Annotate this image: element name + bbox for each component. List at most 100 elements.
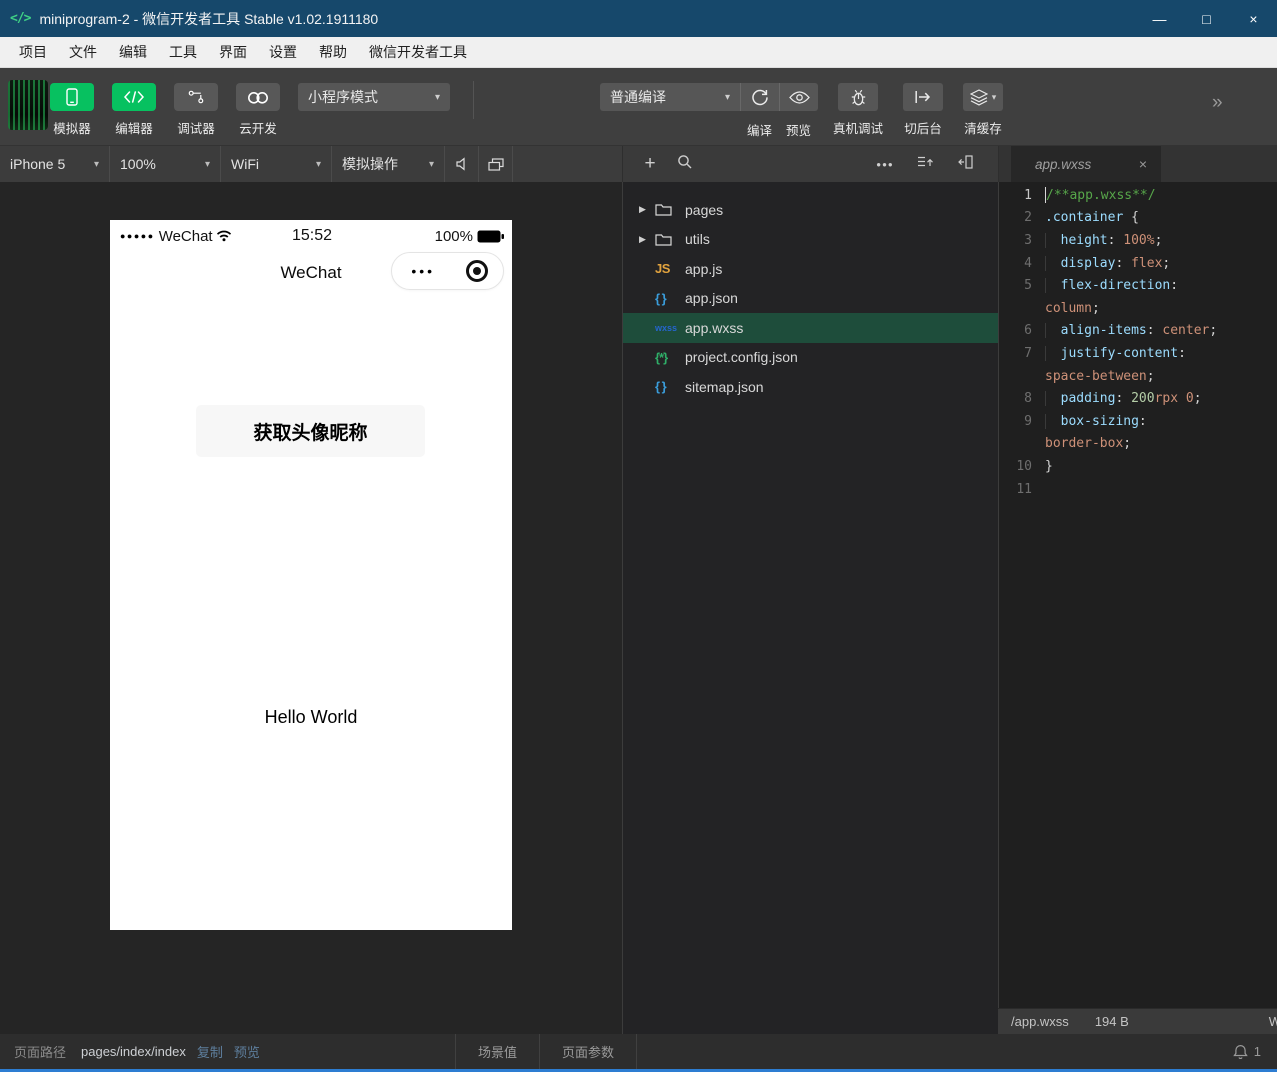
panel-button-1[interactable]: 编辑器 xyxy=(112,83,156,137)
token: { xyxy=(1123,210,1139,225)
add-file-button[interactable]: + xyxy=(637,153,663,175)
menu-item-2[interactable]: 编辑 xyxy=(108,42,158,62)
token: : xyxy=(1147,323,1163,338)
menu-item-0[interactable]: 项目 xyxy=(8,42,58,62)
maximize-button[interactable]: □ xyxy=(1183,0,1230,37)
frames-icon xyxy=(488,158,504,171)
code-line-3: 3 height: 100%; xyxy=(999,229,1277,252)
capsule-button[interactable]: ••• xyxy=(391,252,504,290)
token: flex-direction xyxy=(1045,278,1170,293)
compile-select-value: 普通编译 xyxy=(610,87,666,107)
speaker-icon xyxy=(455,157,469,171)
carrier-label: WeChat xyxy=(159,228,213,245)
mute-button[interactable] xyxy=(445,146,479,182)
network-select-value: WiFi xyxy=(231,156,259,172)
code-text: } xyxy=(1045,459,1053,474)
user-avatar[interactable] xyxy=(8,80,48,130)
json-badge-icon: { } xyxy=(655,379,666,394)
file-name: project.config.json xyxy=(685,349,798,365)
phone-screen: ●●●●● WeChat 15:52 100% WeChat ••• 获取头像昵… xyxy=(110,220,512,930)
panel-button-0[interactable]: 模拟器 xyxy=(50,83,94,137)
chevron-down-icon: ▾ xyxy=(205,159,210,170)
get-avatar-button[interactable]: 获取头像昵称 xyxy=(196,405,425,457)
split-editor-button[interactable] xyxy=(950,155,980,174)
capsule-more-icon[interactable]: ••• xyxy=(407,263,435,279)
cloud-icon xyxy=(236,83,280,111)
tree-item-utils[interactable]: ▶utils xyxy=(623,225,998,255)
compile-action-0[interactable] xyxy=(740,83,779,111)
panel-button-2[interactable]: 调试器 xyxy=(174,83,218,137)
code-text: border-box; xyxy=(1045,436,1131,451)
zoom-select[interactable]: 100% ▾ xyxy=(110,146,221,182)
tree-arrow-icon[interactable]: ▶ xyxy=(639,234,655,245)
overflow-icon[interactable]: » xyxy=(1212,92,1223,114)
token: center xyxy=(1162,323,1209,338)
tree-item-app.js[interactable]: JSapp.js xyxy=(623,254,998,284)
line-number: 8 xyxy=(999,391,1045,406)
search-button[interactable] xyxy=(671,154,697,174)
close-button[interactable]: × xyxy=(1230,0,1277,37)
compile-select[interactable]: 普通编译 ▾ xyxy=(600,83,740,111)
token: : xyxy=(1115,256,1131,271)
page-params-button[interactable]: 页面参数 xyxy=(539,1034,637,1069)
token: : xyxy=(1115,391,1131,406)
token: ; xyxy=(1147,369,1155,384)
capsule-home-icon[interactable] xyxy=(466,260,488,282)
copy-link[interactable]: 复制 xyxy=(197,1042,223,1061)
mode-select-value: 小程序模式 xyxy=(308,87,378,107)
line-number: 9 xyxy=(999,414,1045,429)
page-params-label: 页面参数 xyxy=(562,1042,614,1061)
token: display xyxy=(1045,256,1115,271)
menu-item-1[interactable]: 文件 xyxy=(58,42,108,62)
notifications-button[interactable]: 1 xyxy=(1233,1034,1277,1069)
menu-item-6[interactable]: 帮助 xyxy=(308,42,358,62)
tree-item-app.json[interactable]: { }app.json xyxy=(623,284,998,314)
notification-count: 1 xyxy=(1254,1044,1261,1059)
tree-item-pages[interactable]: ▶pages xyxy=(623,195,998,225)
compile-action-1[interactable] xyxy=(779,83,818,111)
tab-app-wxss[interactable]: app.wxss × xyxy=(1011,146,1161,182)
debug-icon xyxy=(174,83,218,111)
code-line-9: 9 box-sizing: xyxy=(999,410,1277,433)
file-explorer: ▶pages▶utilsJSapp.js{ }app.jsonwxssapp.w… xyxy=(622,182,998,1034)
toolbar-action-1[interactable]: 切后台 xyxy=(903,83,943,137)
file-name: app.json xyxy=(685,290,738,306)
more-button[interactable]: ●●● xyxy=(870,160,900,169)
explorer-toolbar: + ●●● xyxy=(622,146,998,182)
menu-item-4[interactable]: 界面 xyxy=(208,42,258,62)
clock-label: 15:52 xyxy=(292,227,332,245)
background-icon xyxy=(914,90,932,104)
more-icon: ●●● xyxy=(876,160,894,169)
code-text: column; xyxy=(1045,301,1100,316)
menu-item-7[interactable]: 微信开发者工具 xyxy=(358,42,478,62)
editor-file-size: 194 B xyxy=(1095,1014,1129,1029)
menu-item-3[interactable]: 工具 xyxy=(158,42,208,62)
toolbar-action-2[interactable]: ▾清缓存 xyxy=(963,83,1003,137)
code-editor[interactable]: 1/**app.wxss**/2.container {3 height: 10… xyxy=(998,182,1277,1008)
code-line-1: 1/**app.wxss**/ xyxy=(999,184,1277,207)
toolbar-action-buttons: 真机调试切后台 ▾清缓存 xyxy=(833,83,1003,137)
collapse-all-button[interactable] xyxy=(910,155,940,173)
multi-window-button[interactable] xyxy=(479,146,513,182)
device-select[interactable]: iPhone 5▾ xyxy=(0,146,110,182)
mode-select[interactable]: 小程序模式 ▾ xyxy=(298,83,450,111)
code-text: padding: 200rpx 0; xyxy=(1045,391,1202,406)
minimize-icon: — xyxy=(1153,11,1167,27)
tree-item-app.wxss[interactable]: wxssapp.wxss xyxy=(623,313,998,343)
menu-item-5[interactable]: 设置 xyxy=(258,42,308,62)
network-select[interactable]: WiFi▾ xyxy=(221,146,332,182)
code-line-5: 5 flex-direction: xyxy=(999,274,1277,297)
tab-close-button[interactable]: × xyxy=(1139,156,1147,172)
sim-action-select[interactable]: 模拟操作▾ xyxy=(332,146,445,182)
preview-link[interactable]: 预览 xyxy=(234,1042,260,1061)
toolbar-action-0[interactable]: 真机调试 xyxy=(833,83,883,137)
zoom-select-value: 100% xyxy=(120,156,156,172)
code-text: /**app.wxss**/ xyxy=(1045,187,1156,203)
scene-value-button[interactable]: 场景值 xyxy=(455,1034,539,1069)
plus-icon: + xyxy=(644,153,655,175)
tree-arrow-icon[interactable]: ▶ xyxy=(639,204,655,215)
panel-button-3[interactable]: 云开发 xyxy=(236,83,280,137)
tree-item-sitemap.json[interactable]: { }sitemap.json xyxy=(623,372,998,402)
tree-item-project.config.json[interactable]: {*}project.config.json xyxy=(623,343,998,373)
minimize-button[interactable]: — xyxy=(1136,0,1183,37)
